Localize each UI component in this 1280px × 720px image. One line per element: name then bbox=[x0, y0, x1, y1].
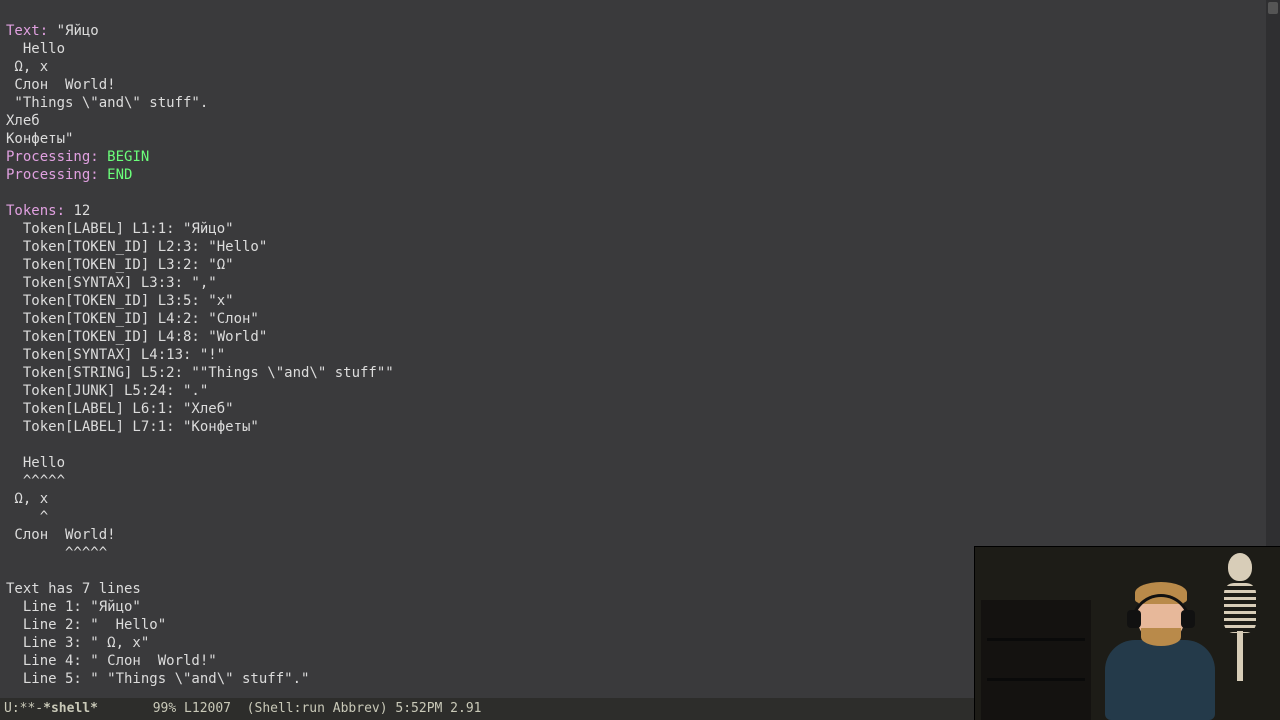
lines-header: Text has 7 lines bbox=[6, 581, 141, 597]
modeline-load: 2.91 bbox=[442, 701, 481, 716]
cabinet-icon bbox=[981, 600, 1091, 720]
token-line: Token[TOKEN_ID] L3:5: "x" bbox=[6, 293, 234, 309]
token-line: Token[TOKEN_ID] L4:8: "World" bbox=[6, 329, 267, 345]
modeline-buffer: *shell* bbox=[43, 701, 98, 716]
line-entry: Line 5: " "Things \"and\" stuff"." bbox=[6, 671, 309, 687]
processing-label: Processing: bbox=[6, 149, 99, 165]
person-icon bbox=[1085, 570, 1235, 720]
tokens-count: 12 bbox=[73, 203, 90, 219]
modeline-status: U:**- bbox=[4, 701, 43, 716]
webcam-overlay bbox=[974, 546, 1280, 720]
processing-end: END bbox=[107, 167, 132, 183]
modeline-gap bbox=[231, 701, 247, 716]
token-line: Token[TOKEN_ID] L3:2: "Ω" bbox=[6, 257, 234, 273]
modeline-time: 5:52PM bbox=[388, 701, 443, 716]
modeline-position: 99% L12007 bbox=[153, 701, 231, 716]
token-line: Token[LABEL] L7:1: "Конфеты" bbox=[6, 419, 259, 435]
line-entry: Line 3: " Ω, x" bbox=[6, 635, 149, 651]
token-line: Token[STRING] L5:2: ""Things \"and\" stu… bbox=[6, 365, 394, 381]
raw-line: "Things \"and\" stuff". bbox=[6, 95, 208, 111]
raw-line: Слон World! bbox=[6, 77, 116, 93]
token-line: Token[SYNTAX] L3:3: "," bbox=[6, 275, 217, 291]
line-entry: Line 2: " Hello" bbox=[6, 617, 166, 633]
raw-line: Конфеты" bbox=[6, 131, 73, 147]
raw-line: Ω, x bbox=[6, 59, 48, 75]
processing-begin: BEGIN bbox=[107, 149, 149, 165]
token-line: Token[TOKEN_ID] L4:2: "Слон" bbox=[6, 311, 259, 327]
token-line: Token[JUNK] L5:24: "." bbox=[6, 383, 208, 399]
caret-line: ^^^^^ bbox=[6, 473, 65, 489]
token-line: Token[LABEL] L1:1: "Яйцо" bbox=[6, 221, 234, 237]
caret-line: Слон World! bbox=[6, 527, 116, 543]
token-line: Token[SYNTAX] L4:13: "!" bbox=[6, 347, 225, 363]
text-value: "Яйцо bbox=[48, 23, 99, 39]
text-label: Text: bbox=[6, 23, 48, 39]
modeline-gap bbox=[98, 701, 153, 716]
caret-line: Hello bbox=[6, 455, 65, 471]
token-line: Token[LABEL] L6:1: "Хлеб" bbox=[6, 401, 234, 417]
processing-label: Processing: bbox=[6, 167, 99, 183]
modeline-mode: (Shell:run Abbrev) bbox=[247, 701, 388, 716]
raw-line: Хлеб bbox=[6, 113, 40, 129]
caret-line: ^^^^^ bbox=[6, 545, 107, 561]
caret-line: Ω, x bbox=[6, 491, 48, 507]
token-line: Token[TOKEN_ID] L2:3: "Hello" bbox=[6, 239, 267, 255]
line-entry: Line 4: " Слон World!" bbox=[6, 653, 217, 669]
tokens-label: Tokens: bbox=[6, 203, 65, 219]
scrollbar-thumb[interactable] bbox=[1268, 2, 1278, 14]
caret-line: ^ bbox=[6, 509, 48, 525]
raw-line: Hello bbox=[6, 41, 65, 57]
line-entry: Line 1: "Яйцо" bbox=[6, 599, 141, 615]
